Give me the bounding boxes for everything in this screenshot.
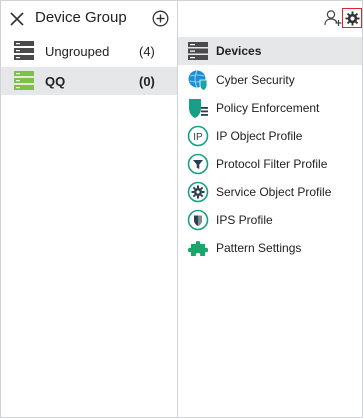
- menu-item-protocol-filter-profile[interactable]: Protocol Filter Profile: [178, 150, 362, 178]
- menu-label: Service Object Profile: [216, 185, 332, 199]
- menu-item-cyber-security[interactable]: Cyber Security: [178, 66, 362, 94]
- menu-item-service-object-profile[interactable]: Service Object Profile: [178, 178, 362, 206]
- funnel-icon: [187, 153, 209, 175]
- ip-icon-text: IP: [193, 132, 203, 143]
- menu-item-ip-object-profile[interactable]: IP IP Object Profile: [178, 122, 362, 150]
- menu-label: IPS Profile: [216, 213, 273, 227]
- menu-label: Policy Enforcement: [216, 101, 320, 115]
- add-user-icon[interactable]: [324, 9, 342, 27]
- settings-button[interactable]: [342, 8, 362, 28]
- menu-label: Pattern Settings: [216, 241, 302, 255]
- close-icon[interactable]: [9, 11, 25, 27]
- service-gear-icon: [187, 181, 209, 203]
- device-group-panel: Device Group Ungrouped (4) QQ (0): [1, 1, 178, 417]
- puzzle-icon: [188, 241, 208, 256]
- settings-menu-panel: Devices Cyber Security Policy Enforcemen…: [178, 1, 362, 417]
- menu-item-ips-profile[interactable]: IPS Profile: [178, 206, 362, 234]
- add-group-icon[interactable]: [152, 10, 169, 27]
- menu-label: Cyber Security: [216, 73, 295, 87]
- server-rack-icon: [14, 41, 34, 60]
- devices-icon: [188, 42, 208, 60]
- menu-label: Devices: [216, 44, 262, 58]
- menu-item-devices[interactable]: Devices: [178, 37, 362, 65]
- device-group-header: Device Group: [1, 1, 177, 37]
- gear-icon: [344, 10, 360, 26]
- group-row-ungrouped[interactable]: Ungrouped (4): [1, 37, 177, 65]
- server-rack-green-icon: [14, 71, 34, 90]
- group-name: Ungrouped: [45, 44, 110, 59]
- group-count: (0): [139, 74, 155, 89]
- group-name: QQ: [45, 74, 66, 89]
- ip-badge-icon: IP: [187, 125, 209, 147]
- menu-label: IP Object Profile: [216, 129, 303, 143]
- menu-item-pattern-settings[interactable]: Pattern Settings: [178, 234, 362, 262]
- menu-label: Protocol Filter Profile: [216, 157, 328, 171]
- group-count: (4): [139, 44, 155, 59]
- globe-shield-icon: [188, 70, 208, 91]
- group-row-qq[interactable]: QQ (0): [1, 67, 177, 95]
- policy-shield-icon: [189, 99, 208, 118]
- ips-shield-icon: [187, 209, 209, 231]
- window-frame: Device Group Ungrouped (4) QQ (0) Device…: [0, 0, 363, 418]
- menu-item-policy-enforcement[interactable]: Policy Enforcement: [178, 94, 362, 122]
- panel-title: Device Group: [35, 9, 127, 26]
